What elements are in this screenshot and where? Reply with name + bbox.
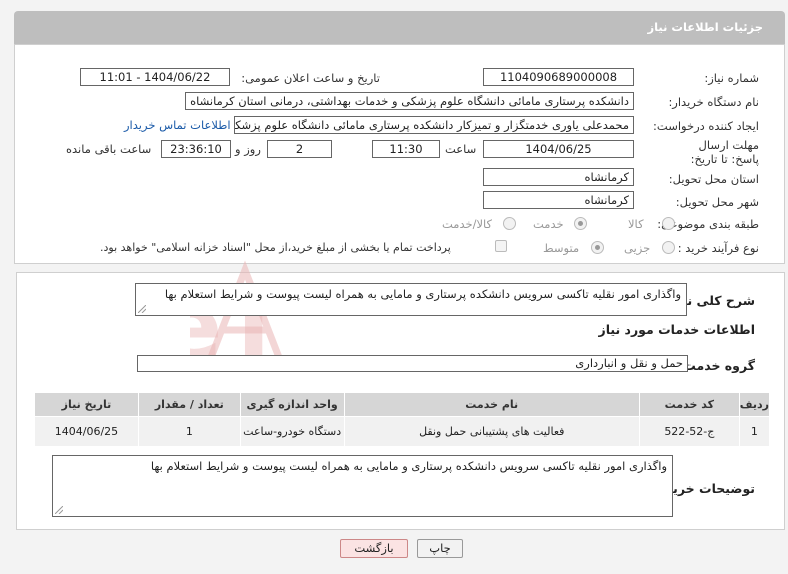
need-details-page: جزئیات اطلاعات نیاز AriaTender.neT شماره… — [0, 0, 788, 574]
resize-grip-icon[interactable] — [55, 506, 63, 514]
buyer-notes-text: واگذاری امور نقلیه تاکسی سرویس دانشکده پ… — [150, 459, 667, 473]
table-row: 1 ج-52-522 فعالیت های پشتیبانی حمل ونقل … — [34, 416, 771, 447]
print-button[interactable]: چاپ — [417, 539, 463, 558]
cell-need-date: 1404/06/25 — [34, 416, 139, 447]
cell-unit: دستگاه خودرو-ساعت — [239, 416, 345, 447]
page-header: جزئیات اطلاعات نیاز — [14, 11, 785, 44]
remaining-time-label: ساعت باقی مانده — [66, 142, 152, 156]
requester-field: محمدعلی یاوری خدمتگزار و تمیزکار دانشکده… — [234, 116, 634, 134]
treasury-payment-checkbox[interactable] — [495, 240, 507, 252]
buyer-notes-textarea: واگذاری امور نقلیه تاکسی سرویس دانشکده پ… — [52, 455, 673, 517]
category-option-goods-service: کالا/خدمت — [442, 217, 493, 231]
deadline-time-field: 11:30 — [372, 140, 440, 158]
back-button[interactable]: بازگشت — [340, 539, 408, 558]
cell-service-code: ج-52-522 — [638, 416, 740, 447]
deadline-time-label: ساعت — [445, 142, 477, 156]
category-radio-service[interactable] — [574, 217, 587, 230]
category-radio-goods-service[interactable] — [503, 217, 516, 230]
col-unit: واحد اندازه گیری — [239, 392, 345, 417]
requester-label: ایجاد کننده درخواست: — [653, 119, 759, 133]
cell-quantity: 1 — [137, 416, 241, 447]
process-radio-medium[interactable] — [591, 241, 604, 254]
col-service-code: کد خدمت — [638, 392, 740, 417]
announce-datetime-field: 1404/06/22 - 11:01 — [80, 68, 230, 86]
process-type-label: نوع فرآیند خرید : — [677, 241, 759, 255]
category-option-service: خدمت — [533, 217, 564, 231]
city-field: کرمانشاه — [483, 191, 634, 209]
service-group-field: حمل و نقل و انبارداری — [137, 355, 688, 372]
treasury-payment-note: پرداخت تمام یا بخشی از مبلغ خرید،از محل … — [100, 241, 451, 254]
col-row: ردیف — [738, 392, 771, 417]
province-label: استان محل تحویل: — [668, 172, 759, 186]
process-radio-minor[interactable] — [662, 241, 675, 254]
table-header-row: ردیف کد خدمت نام خدمت واحد اندازه گیری ت… — [34, 392, 771, 417]
buyer-org-label: نام دستگاه خریدار: — [668, 95, 759, 109]
deadline-date-field: 1404/06/25 — [483, 140, 634, 158]
col-quantity: تعداد / مقدار — [137, 392, 241, 417]
services-table: ردیف کد خدمت نام خدمت واحد اندازه گیری ت… — [34, 392, 771, 447]
summary-text: واگذاری امور نقلیه تاکسی سرویس دانشکده پ… — [164, 287, 681, 301]
page-title: جزئیات اطلاعات نیاز — [647, 20, 763, 34]
col-need-date: تاریخ نیاز — [34, 392, 139, 417]
col-service-name: نام خدمت — [343, 392, 640, 417]
process-option-medium: متوسط — [543, 241, 580, 255]
remaining-time-field: 23:36:10 — [161, 140, 231, 158]
deadline-label: مهلت ارسال پاسخ: تا تاریخ: — [690, 138, 759, 166]
summary-textarea: واگذاری امور نقلیه تاکسی سرویس دانشکده پ… — [135, 283, 687, 316]
category-radio-goods[interactable] — [662, 217, 675, 230]
cell-service-name: فعالیت های پشتیبانی حمل ونقل — [343, 416, 640, 447]
deadline-days-field: 2 — [267, 140, 332, 158]
province-field: کرمانشاه — [483, 168, 634, 186]
deadline-days-label: روز و — [235, 142, 261, 156]
city-label: شهر محل تحویل: — [675, 195, 759, 209]
buyer-org-field: دانشکده پرستاری مامائی دانشگاه علوم پزشک… — [185, 92, 634, 110]
cell-row: 1 — [738, 416, 771, 447]
need-number-field: 1104090689000008 — [483, 68, 634, 86]
service-group-label: گروه خدمت: — [678, 358, 755, 373]
announce-datetime-label: تاریخ و ساعت اعلان عمومی: — [241, 71, 380, 85]
resize-grip-icon[interactable] — [138, 305, 146, 313]
category-option-goods: کالا — [628, 217, 644, 231]
need-number-label: شماره نیاز: — [704, 71, 759, 85]
buyer-contact-link[interactable]: اطلاعات تماس خریدار — [124, 118, 231, 132]
services-section-title: اطلاعات خدمات مورد نیاز — [598, 322, 756, 337]
process-option-minor: جزیی — [624, 241, 651, 255]
